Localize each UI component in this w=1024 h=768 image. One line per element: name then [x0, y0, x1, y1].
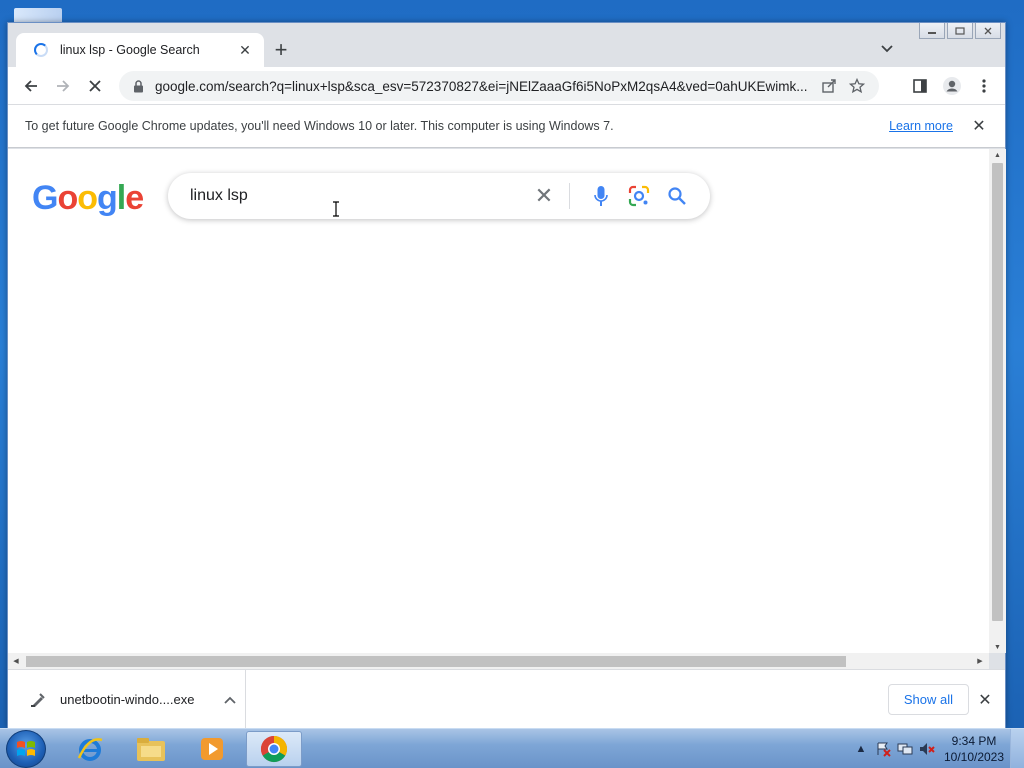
- bookmark-button[interactable]: [843, 74, 871, 98]
- back-button[interactable]: [16, 71, 46, 101]
- microphone-icon: [594, 186, 608, 206]
- menu-button[interactable]: [969, 71, 999, 101]
- side-panel-button[interactable]: [905, 71, 935, 101]
- download-filename: unetbootin-windo....exe: [60, 692, 195, 707]
- tab-title: linux lsp - Google Search: [60, 43, 200, 57]
- folder-icon: [137, 738, 165, 761]
- network-icon[interactable]: [894, 738, 916, 760]
- show-all-downloads-button[interactable]: Show all: [887, 684, 969, 715]
- back-arrow-icon: [24, 79, 37, 92]
- google-lens-icon: [628, 185, 650, 207]
- logo-letter: o: [57, 179, 78, 217]
- share-button[interactable]: [815, 74, 843, 98]
- scroll-right-arrow-icon[interactable]: ▶: [974, 655, 986, 667]
- windows-logo-icon: [17, 741, 35, 756]
- horizontal-scroll-thumb[interactable]: [26, 656, 846, 667]
- loading-spinner-icon: [34, 43, 48, 57]
- profile-icon: [943, 76, 961, 95]
- logo-letter: G: [32, 179, 58, 217]
- taskbar: ▲ 9:34 PM 10/10/2023: [0, 728, 1024, 768]
- page-content: Google linux lsp ✕: [8, 149, 989, 653]
- logo-letter: e: [125, 179, 144, 217]
- update-infobar: To get future Google Chrome updates, you…: [8, 104, 1005, 148]
- stop-button[interactable]: [80, 71, 110, 101]
- download-bar-close-button[interactable]: ✕: [975, 690, 995, 710]
- clock-date: 10/10/2023: [943, 750, 1005, 764]
- logo-letter: l: [116, 179, 127, 217]
- vertical-scrollbar[interactable]: ▲ ▼: [989, 149, 1006, 653]
- taskbar-media-player[interactable]: [184, 731, 240, 767]
- scroll-left-arrow-icon[interactable]: ◀: [10, 655, 22, 667]
- chevron-up-icon: [224, 696, 236, 704]
- horizontal-scrollbar[interactable]: ◀ ▶: [8, 653, 989, 669]
- download-bar: unetbootin-windo....exe Show all ✕: [8, 669, 1005, 729]
- volume-muted-icon[interactable]: [916, 738, 938, 760]
- search-button[interactable]: [660, 179, 694, 213]
- forward-button[interactable]: [48, 71, 78, 101]
- learn-more-link[interactable]: Learn more: [889, 119, 953, 133]
- lock-icon[interactable]: [131, 79, 145, 93]
- chrome-window: linux lsp - Google Search ✕ + google.com…: [7, 22, 1006, 729]
- scroll-up-arrow-icon[interactable]: ▲: [989, 149, 1006, 161]
- start-button[interactable]: [6, 730, 46, 768]
- search-divider: [569, 183, 570, 209]
- search-icon: [668, 187, 686, 205]
- taskbar-internet-explorer[interactable]: [62, 731, 118, 767]
- clock[interactable]: 9:34 PM 10/10/2023: [938, 733, 1010, 765]
- tab-close-button[interactable]: ✕: [236, 41, 254, 59]
- voice-search-button[interactable]: [584, 179, 618, 213]
- new-tab-button[interactable]: +: [268, 37, 294, 63]
- address-bar[interactable]: google.com/search?q=linux+lsp&sca_esv=57…: [119, 71, 879, 101]
- logo-letter: g: [97, 179, 118, 217]
- clear-search-button[interactable]: ✕: [529, 181, 559, 211]
- taskbar-file-explorer[interactable]: [123, 731, 179, 767]
- vertical-scroll-thumb[interactable]: [992, 163, 1003, 621]
- action-center-icon[interactable]: [872, 738, 894, 760]
- stop-icon: [89, 79, 101, 92]
- profile-button[interactable]: [937, 71, 967, 101]
- side-panel-icon: [913, 78, 927, 93]
- tab-google-search[interactable]: linux lsp - Google Search ✕: [16, 33, 264, 67]
- logo-letter: o: [77, 179, 98, 217]
- infobar-close-button[interactable]: ✕: [969, 116, 989, 136]
- kebab-menu-icon: [982, 78, 986, 93]
- search-box[interactable]: linux lsp ✕: [168, 173, 710, 219]
- chevron-down-icon: [881, 45, 893, 53]
- forward-arrow-icon: [57, 79, 70, 92]
- chrome-icon: [260, 735, 288, 763]
- scroll-down-arrow-icon[interactable]: ▼: [989, 641, 1006, 653]
- url-text: google.com/search?q=linux+lsp&sca_esv=57…: [155, 78, 808, 94]
- infobar-message: To get future Google Chrome updates, you…: [25, 119, 614, 133]
- internet-explorer-icon: [77, 738, 103, 761]
- taskbar-chrome[interactable]: [246, 731, 302, 767]
- text-cursor-icon: [333, 201, 339, 217]
- system-tray: ▲ 9:34 PM 10/10/2023: [850, 729, 1024, 768]
- google-logo[interactable]: Google: [32, 179, 144, 218]
- download-item[interactable]: unetbootin-windo....exe: [8, 670, 246, 729]
- toolbar: google.com/search?q=linux+lsp&sca_esv=57…: [8, 67, 1005, 104]
- tab-search-button[interactable]: [877, 39, 897, 59]
- search-input[interactable]: linux lsp: [190, 187, 529, 205]
- clock-time: 9:34 PM: [951, 734, 997, 748]
- tab-strip: linux lsp - Google Search ✕ +: [8, 23, 1005, 67]
- download-options-button[interactable]: [215, 696, 245, 704]
- star-icon: [849, 78, 865, 94]
- show-desktop-button[interactable]: [1010, 729, 1024, 768]
- share-icon: [822, 79, 836, 93]
- executable-file-icon: [30, 692, 46, 708]
- lens-search-button[interactable]: [622, 179, 656, 213]
- media-player-icon: [201, 738, 223, 760]
- show-hidden-icons-button[interactable]: ▲: [850, 738, 872, 760]
